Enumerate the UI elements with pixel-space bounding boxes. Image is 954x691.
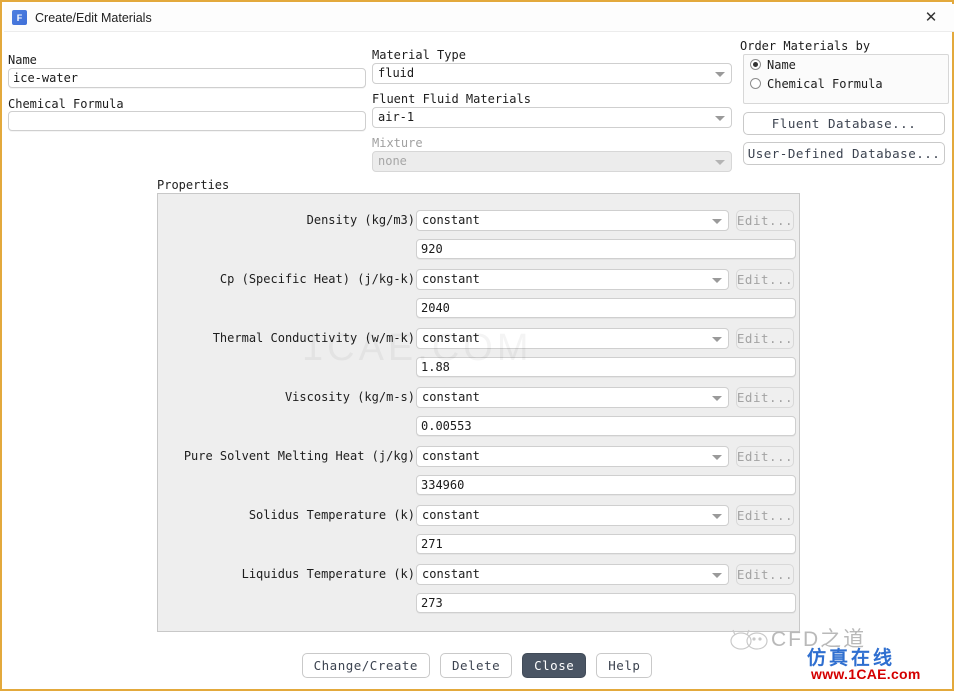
- property-row: Viscosity (kg/m-s) constant Edit... 0.00553: [158, 379, 801, 438]
- chevron-down-icon: [712, 514, 722, 519]
- chevron-down-icon: [712, 337, 722, 342]
- fluent-fluid-materials-dropdown[interactable]: air-1: [372, 107, 732, 128]
- create-edit-materials-dialog: F Create/Edit Materials ✕ Name ice-water…: [0, 0, 954, 691]
- property-method-dropdown[interactable]: constant: [416, 446, 729, 467]
- name-label: Name: [8, 53, 37, 67]
- chevron-down-icon: [715, 160, 725, 165]
- radio-icon: [750, 59, 761, 70]
- window-title: Create/Edit Materials: [35, 10, 152, 25]
- chemical-formula-input[interactable]: [8, 111, 366, 131]
- property-method-value: constant: [422, 508, 480, 522]
- property-method-value: constant: [422, 213, 480, 227]
- order-materials-by-label: Order Materials by: [740, 39, 871, 53]
- property-edit-button[interactable]: Edit...: [736, 210, 794, 231]
- property-value-input[interactable]: 1.88: [416, 357, 796, 377]
- property-edit-button[interactable]: Edit...: [736, 269, 794, 290]
- property-method-value: constant: [422, 272, 480, 286]
- properties-label: Properties: [157, 178, 230, 192]
- close-icon[interactable]: ✕: [914, 5, 948, 29]
- property-method-dropdown[interactable]: constant: [416, 210, 729, 231]
- chevron-down-icon: [715, 116, 725, 121]
- chevron-down-icon: [712, 573, 722, 578]
- chevron-down-icon: [712, 455, 722, 460]
- property-label: Solidus Temperature (k): [248, 508, 415, 522]
- chevron-down-icon: [712, 278, 722, 283]
- property-value-input[interactable]: 334960: [416, 475, 796, 495]
- property-method-dropdown[interactable]: constant: [416, 564, 729, 585]
- material-type-value: fluid: [378, 66, 415, 80]
- property-method-dropdown[interactable]: constant: [416, 328, 729, 349]
- radio-icon: [750, 78, 761, 89]
- property-row: Liquidus Temperature (k) constant Edit... 2…: [158, 556, 801, 615]
- chevron-down-icon: [712, 219, 722, 224]
- fluent-fluid-materials-label: Fluent Fluid Materials: [372, 92, 531, 106]
- title-bar: F Create/Edit Materials ✕: [4, 4, 954, 32]
- property-value-input[interactable]: 0.00553: [416, 416, 796, 436]
- property-label: Viscosity (kg/m-s): [284, 390, 415, 404]
- footer-button-change-create[interactable]: Change/Create: [301, 652, 430, 678]
- order-materials-by-group: Name Chemical Formula: [743, 54, 949, 104]
- property-method-value: constant: [422, 331, 480, 345]
- footer-button-close[interactable]: Close: [522, 652, 587, 678]
- property-label: Pure Solvent Melting Heat (j/kg): [183, 449, 415, 463]
- property-label: Cp (Specific Heat) (j/kg-k): [219, 272, 415, 286]
- fluent-app-icon: F: [12, 10, 27, 25]
- property-row: Solidus Temperature (k) constant Edit... 27…: [158, 497, 801, 556]
- radio-label-chemical-formula: Chemical Formula: [767, 76, 883, 91]
- material-type-dropdown[interactable]: fluid: [372, 63, 732, 84]
- property-method-dropdown[interactable]: constant: [416, 505, 729, 526]
- radio-option-name[interactable]: Name: [750, 55, 948, 74]
- chevron-down-icon: [715, 72, 725, 77]
- dialog-footer: Change/Create Delete Close Help: [2, 650, 952, 680]
- property-label: Density (kg/m3): [306, 213, 415, 227]
- property-method-value: constant: [422, 567, 480, 581]
- mixture-dropdown: none: [372, 151, 732, 172]
- mixture-label: Mixture: [372, 136, 423, 150]
- property-edit-button[interactable]: Edit...: [736, 564, 794, 585]
- property-row: Cp (Specific Heat) (j/kg-k) constant Edit.…: [158, 261, 801, 320]
- property-value-input[interactable]: 271: [416, 534, 796, 554]
- property-row: Pure Solvent Melting Heat (j/kg) constant…: [158, 438, 801, 497]
- footer-button-delete[interactable]: Delete: [439, 652, 513, 678]
- property-method-dropdown[interactable]: constant: [416, 387, 729, 408]
- fluent-fluid-materials-value: air-1: [378, 110, 415, 124]
- property-edit-button[interactable]: Edit...: [736, 387, 794, 408]
- fluent-database-button[interactable]: Fluent Database...: [743, 112, 945, 135]
- property-edit-button[interactable]: Edit...: [736, 505, 794, 526]
- property-value-input[interactable]: 2040: [416, 298, 796, 318]
- name-input[interactable]: ice-water: [8, 68, 366, 88]
- footer-button-help[interactable]: Help: [596, 652, 653, 678]
- property-method-value: constant: [422, 390, 480, 404]
- chemical-formula-label: Chemical Formula: [8, 97, 124, 111]
- property-edit-button[interactable]: Edit...: [736, 446, 794, 467]
- property-row: Density (kg/m3) constant Edit... 920: [158, 202, 801, 261]
- property-value-input[interactable]: 920: [416, 239, 796, 259]
- radio-label-name: Name: [767, 57, 796, 72]
- property-label: Thermal Conductivity (w/m-k): [212, 331, 415, 345]
- material-type-label: Material Type: [372, 48, 466, 62]
- properties-panel: Density (kg/m3) constant Edit... 920 Cp (Spe…: [157, 193, 800, 632]
- property-value-input[interactable]: 273: [416, 593, 796, 613]
- property-edit-button[interactable]: Edit...: [736, 328, 794, 349]
- property-method-value: constant: [422, 449, 480, 463]
- property-label: Liquidus Temperature (k): [241, 567, 415, 581]
- radio-option-chemical-formula[interactable]: Chemical Formula: [750, 74, 948, 93]
- property-method-dropdown[interactable]: constant: [416, 269, 729, 290]
- user-defined-database-button[interactable]: User-Defined Database...: [743, 142, 945, 165]
- mixture-value: none: [378, 154, 407, 168]
- chevron-down-icon: [712, 396, 722, 401]
- property-row: Thermal Conductivity (w/m-k) constant Edit…: [158, 320, 801, 379]
